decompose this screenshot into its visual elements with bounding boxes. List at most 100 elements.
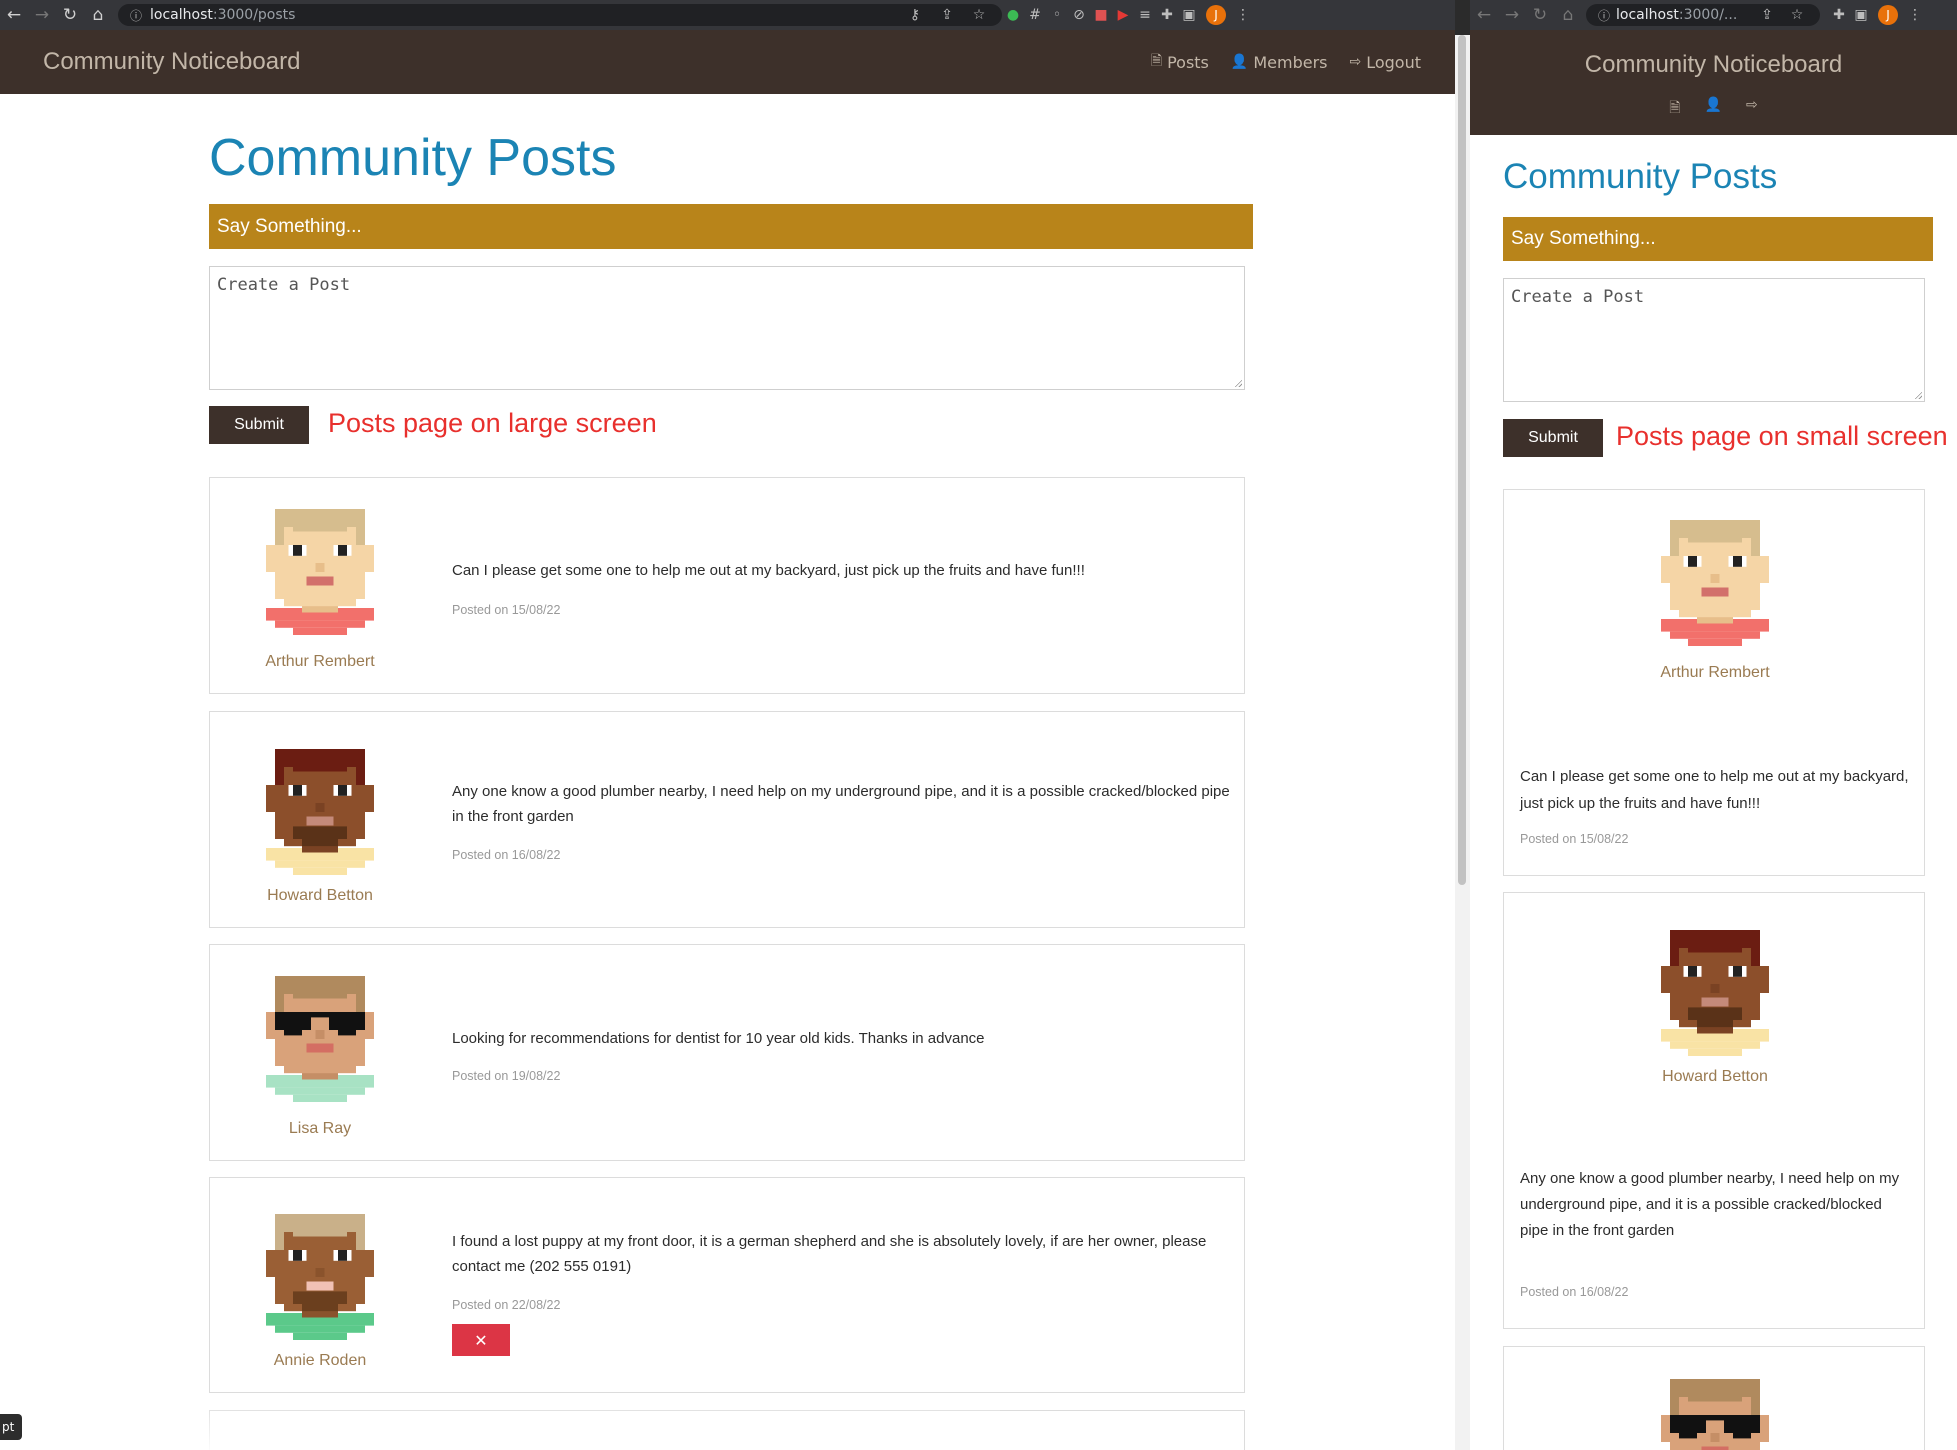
tooltip: pt xyxy=(0,1414,22,1440)
user-icon: 👤 xyxy=(1230,54,1249,70)
extension-block-icon[interactable]: ⊘ xyxy=(1068,7,1090,23)
extensions-puzzle-icon[interactable]: ✚ xyxy=(1156,7,1178,23)
sidepanel-icon[interactable]: ▣ xyxy=(1850,7,1872,23)
post-date: Posted on 19/08/22 xyxy=(452,1069,561,1083)
avatar-howard xyxy=(1661,930,1769,1056)
info-icon[interactable]: ⓘ xyxy=(1598,7,1610,24)
post-card xyxy=(1503,1346,1925,1450)
post-text: Any one know a good plumber nearby, I ne… xyxy=(1520,1170,1900,1239)
extension-gift-icon[interactable]: ■ xyxy=(1090,7,1112,23)
avatar xyxy=(1661,520,1769,646)
post-date: Posted on 15/08/22 xyxy=(452,603,561,617)
page-title: Community Posts xyxy=(1503,157,1778,196)
reload-icon[interactable]: ↻ xyxy=(1526,5,1554,25)
url-host: localhost xyxy=(1616,7,1679,23)
post-date: Posted on 22/08/22 xyxy=(452,1298,561,1312)
post-card: Howard Betton Any one know a good plumbe… xyxy=(209,711,1245,928)
nav-members-label: Members xyxy=(1253,52,1328,72)
delete-post-button[interactable]: ✕ xyxy=(452,1324,510,1356)
post-card: Lisa Ray Looking for recommendations for… xyxy=(209,944,1245,1161)
post-date: Posted on 15/08/22 xyxy=(1520,832,1629,846)
browser-window-large: ← → ↻ ⌂ ⓘ localhost:3000/posts ⚷ ⇪ ☆ ● #… xyxy=(0,0,1455,1450)
say-something-label: Say Something... xyxy=(217,215,362,237)
post-textarea[interactable]: Create a Post xyxy=(1503,278,1925,402)
nav-logout-label: Logout xyxy=(1366,52,1421,72)
sidepanel-icon[interactable]: ▣ xyxy=(1178,7,1200,23)
scrollbar[interactable] xyxy=(1455,35,1470,1450)
document-icon: 🗎 xyxy=(1150,53,1163,69)
avatar xyxy=(266,976,374,1102)
post-card: Howard Betton Any one know a good plumbe… xyxy=(1503,892,1925,1329)
app-navbar: Community Noticeboard 🗎 Posts 👤 Members ⇨ L… xyxy=(0,30,1455,94)
resize-grip-icon[interactable] xyxy=(1234,379,1242,387)
back-icon[interactable]: ← xyxy=(1470,5,1498,25)
address-bar[interactable]: ⓘ localhost:3000/... ⇪ ☆ xyxy=(1586,4,1820,26)
submit-button[interactable]: Submit xyxy=(209,406,309,444)
bookmark-star-icon[interactable]: ☆ xyxy=(1786,7,1808,23)
reload-icon[interactable]: ↻ xyxy=(56,5,84,25)
user-icon[interactable]: 👤 xyxy=(1705,97,1722,121)
extension-radio-icon[interactable]: ◦ xyxy=(1046,7,1068,23)
post-card: Arthur Rembert Can I please get some one… xyxy=(1503,489,1925,876)
avatar xyxy=(266,509,374,635)
document-icon[interactable]: 🗎 xyxy=(1669,97,1680,121)
logout-icon: ⇨ xyxy=(1349,54,1362,70)
extensions-puzzle-icon[interactable]: ✚ xyxy=(1828,7,1850,23)
nav-members[interactable]: 👤 Members xyxy=(1231,50,1328,74)
post-author: Annie Roden xyxy=(273,1352,367,1369)
bookmark-star-icon[interactable]: ☆ xyxy=(968,7,990,23)
address-bar[interactable]: ⓘ localhost:3000/posts ⚷ ⇪ ☆ xyxy=(118,4,1002,26)
avatar-arthur xyxy=(1661,520,1769,646)
profile-avatar[interactable]: J xyxy=(1878,5,1898,25)
avatar-lisa xyxy=(1661,1379,1769,1450)
brand-title[interactable]: Community Noticeboard xyxy=(43,48,300,76)
home-icon[interactable]: ⌂ xyxy=(1554,5,1582,25)
forward-icon[interactable]: → xyxy=(28,5,56,25)
forward-icon[interactable]: → xyxy=(1498,5,1526,25)
profile-avatar[interactable]: J xyxy=(1206,5,1226,25)
page-title: Community Posts xyxy=(209,129,617,187)
nav-logout[interactable]: ⇨ Logout xyxy=(1349,50,1421,74)
brand-title[interactable]: Community Noticeboard xyxy=(1585,51,1842,79)
menu-kebab-icon[interactable]: ⋮ xyxy=(1232,7,1254,23)
avatar-lisa xyxy=(266,976,374,1102)
post-text: I found a lost puppy at my front door, i… xyxy=(452,1233,1207,1275)
avatar xyxy=(1661,930,1769,1056)
post-date: Posted on 16/08/22 xyxy=(452,848,561,862)
extension-list-icon[interactable]: ≡ xyxy=(1134,7,1156,23)
back-icon[interactable]: ← xyxy=(0,5,28,25)
key-icon[interactable]: ⚷ xyxy=(904,7,926,23)
resize-grip-icon[interactable] xyxy=(1914,391,1922,399)
avatar xyxy=(1661,1379,1769,1450)
browser-window-small: ← → ↻ ⌂ ⓘ localhost:3000/... ⇪ ☆ ✚ ▣ J ⋮… xyxy=(1470,0,1957,1450)
share-icon[interactable]: ⇪ xyxy=(1756,7,1778,23)
url-path: :3000/... xyxy=(1678,7,1738,23)
share-icon[interactable]: ⇪ xyxy=(936,7,958,23)
menu-kebab-icon[interactable]: ⋮ xyxy=(1904,7,1926,23)
logout-icon[interactable]: ⇨ xyxy=(1746,97,1758,121)
scrollbar-thumb[interactable] xyxy=(1458,35,1466,885)
post-text: Can I please get some one to help me out… xyxy=(452,562,1085,579)
url-path: :3000/posts xyxy=(212,7,296,23)
post-textarea[interactable]: Create a Post xyxy=(209,266,1245,390)
url-host: localhost xyxy=(150,7,213,23)
extension-globe-icon[interactable]: ● xyxy=(1002,7,1024,23)
annotation-small-screen: Posts page on small screen xyxy=(1616,421,1948,451)
info-icon[interactable]: ⓘ xyxy=(130,7,142,24)
extension-hash-icon[interactable]: # xyxy=(1024,7,1046,23)
post-card: Annie Roden I found a lost puppy at my f… xyxy=(209,1177,1245,1393)
extension-video-icon[interactable]: ▶ xyxy=(1112,7,1134,23)
avatar-howard xyxy=(266,749,374,875)
post-author: Howard Betton xyxy=(1662,1068,1768,1085)
app-navbar: Community Noticeboard 🗎 👤 ⇨ xyxy=(1470,30,1957,135)
nav-posts[interactable]: 🗎 Posts xyxy=(1151,50,1209,74)
say-something-label: Say Something... xyxy=(1511,228,1656,249)
home-icon[interactable]: ⌂ xyxy=(84,5,112,25)
post-text: Can I please get some one to help me out… xyxy=(1520,768,1909,812)
avatar xyxy=(266,749,374,875)
post-card: Arthur Rembert Can I please get some one… xyxy=(209,477,1245,694)
nav-icons: 🗎 👤 ⇨ xyxy=(1669,97,1757,121)
post-text: Looking for recommendations for dentist … xyxy=(452,1030,985,1047)
submit-button[interactable]: Submit xyxy=(1503,419,1603,457)
post-textarea-placeholder: Create a Post xyxy=(1511,287,1645,307)
